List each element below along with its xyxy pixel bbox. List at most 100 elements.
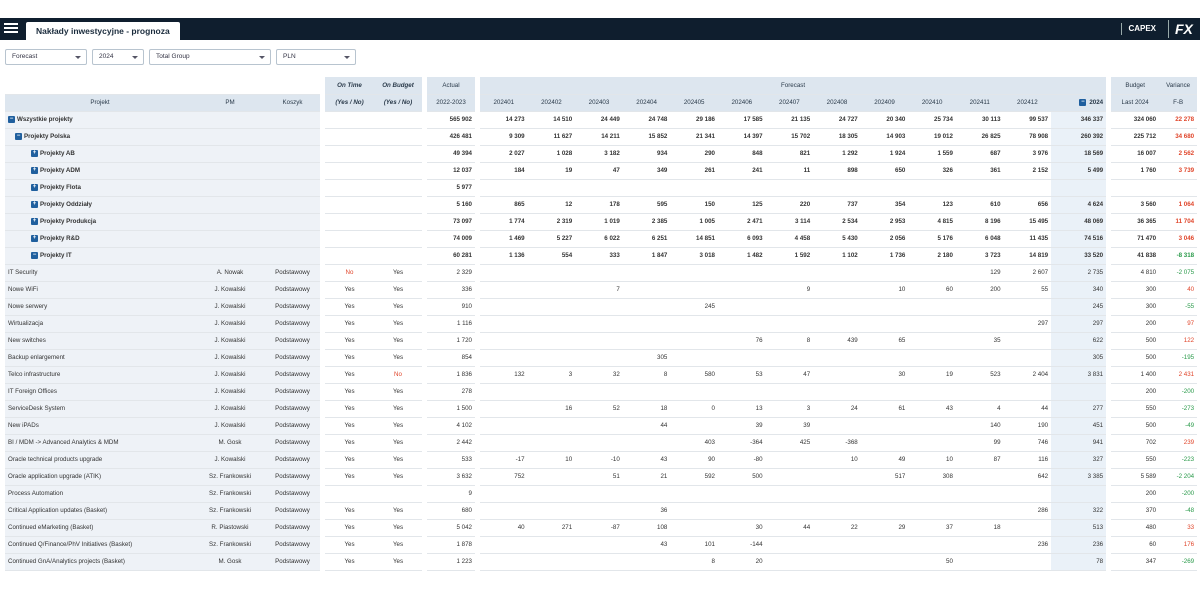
on-budget-cell	[374, 111, 422, 129]
forecast-total-cell: 451	[1051, 417, 1107, 435]
table-row[interactable]: IT Security A. Nowak Podstawowy No Yes 2 329 1…	[5, 264, 1198, 282]
forecast-month-cell: -80	[717, 451, 766, 469]
table-row[interactable]: Nowe WiFi J. Kowalski Podstawowy Yes Yes 336 7…	[5, 281, 1198, 299]
table-row[interactable]: Backup enlargement J. Kowalski Podstawowy Y…	[5, 349, 1198, 367]
table-row[interactable]: + Projekty Flota 5 977	[5, 179, 1198, 197]
hamburger-menu-icon[interactable]	[4, 21, 18, 35]
table-row[interactable]: Continued eMarketing (Basket) R. Piastows…	[5, 519, 1198, 537]
table-row[interactable]: New iPADs J. Kowalski Podstawowy Yes Yes 4 10…	[5, 417, 1198, 435]
forecast-month-cell: 2 953	[860, 213, 909, 231]
project-name-cell: Continued Q/Finance/PhV Initiatives (Bas…	[5, 536, 195, 554]
forecast-month-cell	[622, 332, 671, 350]
table-row[interactable]: Oracle application upgrade (ATIK) Sz. Fra…	[5, 468, 1198, 486]
on-time-cell	[325, 196, 374, 214]
budget-cell: 550	[1111, 400, 1160, 418]
variance-cell: 239	[1159, 434, 1198, 452]
forecast-month-cell: 865	[480, 196, 528, 214]
projekt-header[interactable]: Projekt	[5, 94, 195, 112]
table-row[interactable]: Telco infrastructure J. Kowalski Podstawow…	[5, 366, 1198, 384]
table-row[interactable]: + Projekty AB 49 394 2 027 1 028 3 182 934 290 8…	[5, 145, 1198, 163]
expand-icon[interactable]: +	[31, 217, 38, 225]
pm-cell	[195, 128, 265, 146]
forecast-month-cell	[717, 485, 766, 503]
on-budget-cell: Yes	[374, 519, 422, 537]
month-header: 202404	[622, 94, 671, 112]
table-row[interactable]: Critical Application updates (Basket) Sz.…	[5, 502, 1198, 520]
table-row[interactable]: + Projekty ADM 12 037 184 19 47 349 261 241 11 898…	[5, 162, 1198, 180]
table-row[interactable]: Continued GnA/Analytics projects (Basket…	[5, 553, 1198, 571]
forecast-month-cell: -10	[575, 451, 623, 469]
expand-icon[interactable]: +	[31, 234, 38, 242]
tab-title[interactable]: Nakłady inwestycyjne - prognoza	[26, 22, 180, 40]
expand-icon[interactable]: +	[31, 166, 38, 174]
project-name: Oracle application upgrade (ATIK)	[8, 473, 102, 480]
table-row[interactable]: ServiceDesk System J. Kowalski Podstawowy Y…	[5, 400, 1198, 418]
table-row[interactable]: Oracle technical products upgrade J. Kowa…	[5, 451, 1198, 469]
forecast-month-cell: 6 093	[717, 230, 766, 248]
forecast-month-cell	[860, 349, 909, 367]
budget-cell: 1 760	[1111, 162, 1160, 180]
project-name: New switches	[8, 337, 46, 344]
forecast-month-cell: 354	[860, 196, 909, 214]
expand-icon[interactable]: +	[31, 200, 38, 208]
table-row[interactable]: − Projekty IT 60 281 1 136 554 333 1 847 3 018 1…	[5, 247, 1198, 265]
forecast-month-cell: 4 815	[908, 213, 956, 231]
project-name: Wszystkie projekty	[17, 116, 73, 124]
forecast-month-cell	[527, 264, 576, 282]
variance-cell: 122	[1159, 332, 1198, 350]
actual-cell: 5 977	[427, 179, 475, 197]
table-row[interactable]: + Projekty Produkcja 73 097 1 774 2 319 1 019…	[5, 213, 1198, 231]
on-time-cell: Yes	[325, 315, 374, 333]
koszyk-cell: Podstawowy	[265, 383, 320, 401]
forecast-total-cell	[1051, 485, 1107, 503]
forecast-month-cell	[480, 315, 528, 333]
on-budget-cell: Yes	[374, 434, 422, 452]
budget-cell: 200	[1111, 383, 1160, 401]
expand-icon[interactable]: +	[31, 183, 38, 191]
group-select[interactable]: Total Group	[149, 49, 271, 65]
variance-sub-header: F-B	[1159, 94, 1198, 112]
scenario-select[interactable]: Forecast	[5, 49, 87, 65]
variance-cell: -55	[1159, 298, 1198, 316]
on-time-sub-header: (Yes / No)	[325, 94, 374, 112]
table-row[interactable]: New switches J. Kowalski Podstawowy Yes Yes 1…	[5, 332, 1198, 350]
year-select[interactable]: 2024	[92, 49, 144, 65]
forecast-month-cell	[908, 315, 956, 333]
collapse-icon[interactable]: −	[8, 115, 15, 123]
forecast-month-cell	[1003, 519, 1052, 537]
collapse-icon[interactable]: −	[15, 132, 22, 140]
table-row[interactable]: Process Automation Sz. Frankowski Podstawo…	[5, 485, 1198, 503]
table-row[interactable]: BI / MDM -> Advanced Analytics & MDM M. G…	[5, 434, 1198, 452]
forecast-month-cell	[908, 179, 956, 197]
table-row[interactable]: + Projekty Oddziały 5 160 865 12 178 595 150 125…	[5, 196, 1198, 214]
forecast-month-cell: 934	[622, 145, 671, 163]
pm-cell: J. Kowalski	[195, 417, 265, 435]
budget-cell: 500	[1111, 349, 1160, 367]
expand-icon[interactable]: +	[31, 149, 38, 157]
forecast-month-cell	[527, 298, 576, 316]
currency-select[interactable]: PLN	[276, 49, 356, 65]
forecast-month-cell	[765, 264, 814, 282]
collapse-icon[interactable]: −	[1079, 98, 1087, 106]
table-row[interactable]: − Wszystkie projekty 565 902 14 273 14 510 24…	[5, 111, 1198, 129]
pm-header[interactable]: PM	[195, 94, 265, 112]
on-time-cell: Yes	[325, 383, 374, 401]
collapse-icon[interactable]: −	[31, 251, 38, 259]
table-row[interactable]: Continued Q/Finance/PhV Initiatives (Bas…	[5, 536, 1198, 554]
forecast-month-cell: 10	[527, 451, 576, 469]
table-row[interactable]: − Projekty Polska 426 481 9 309 11 627 14 211…	[5, 128, 1198, 146]
table-row[interactable]: + Projekty R&D 74 009 1 469 5 227 6 022 6 251 1…	[5, 230, 1198, 248]
forecast-month-cell	[908, 536, 956, 554]
koszyk-header[interactable]: Koszyk	[265, 94, 320, 112]
forecast-month-cell: 24 449	[575, 111, 623, 129]
table-row[interactable]: IT Foreign Offices J. Kowalski Podstawowy Y…	[5, 383, 1198, 401]
forecast-month-cell: 18	[622, 400, 671, 418]
table-row[interactable]: Wirtualizacja J. Kowalski Podstawowy Yes Yes…	[5, 315, 1198, 333]
forecast-month-cell: 2 180	[908, 247, 956, 265]
forecast-month-cell	[670, 383, 718, 401]
on-time-cell: Yes	[325, 332, 374, 350]
total-2024-header[interactable]: −2024	[1051, 94, 1107, 112]
on-budget-cell: No	[374, 366, 422, 384]
table-row[interactable]: Nowe serwery J. Kowalski Podstawowy Yes Yes 9…	[5, 298, 1198, 316]
project-name-cell: Critical Application updates (Basket)	[5, 502, 195, 520]
